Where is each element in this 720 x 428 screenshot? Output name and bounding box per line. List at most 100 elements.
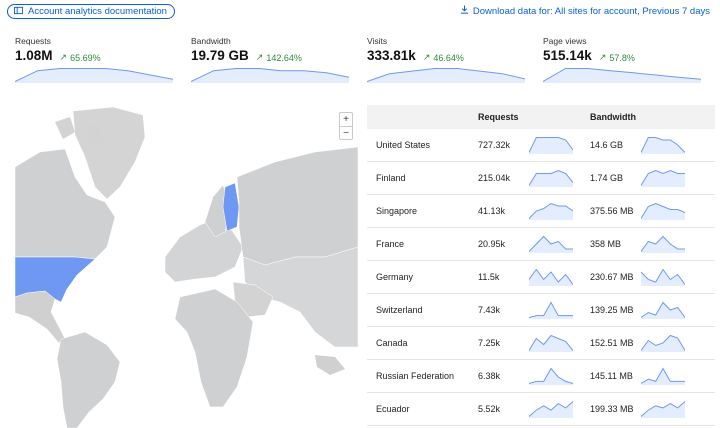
sparkline-area xyxy=(641,269,685,286)
zoom-out-button[interactable]: − xyxy=(340,126,352,139)
country-name: United States xyxy=(376,140,431,150)
trend-up-icon: ↗ xyxy=(598,52,607,62)
world-map[interactable]: + − xyxy=(15,107,358,428)
column-bandwidth-header[interactable]: Bandwidth xyxy=(590,112,636,122)
book-icon xyxy=(14,6,23,18)
bandwidth-sparkline xyxy=(641,136,685,154)
bandwidth-value: 358 MB xyxy=(590,239,622,249)
zoom-in-button[interactable]: + xyxy=(340,113,352,126)
zoom-controls: + − xyxy=(339,112,353,140)
table-row[interactable]: Singapore 41.13k 375.56 MB xyxy=(367,195,715,228)
bandwidth-sparkline xyxy=(641,367,685,385)
metric-sparkline xyxy=(15,67,173,83)
documentation-label: Account analytics documentation xyxy=(28,6,167,17)
metric-delta: ↗ 142.64% xyxy=(256,52,302,63)
country-name: Singapore xyxy=(376,206,418,216)
sparkline-area xyxy=(529,335,573,352)
metric-requests: Requests 1.08M ↗ 65.69% xyxy=(15,36,173,83)
country-name: France xyxy=(376,239,405,249)
download-icon xyxy=(460,5,469,17)
requests-sparkline xyxy=(529,169,573,187)
bandwidth-sparkline xyxy=(641,235,685,253)
metric-delta-text: 46.64% xyxy=(433,52,464,63)
bandwidth-sparkline xyxy=(641,202,685,220)
bandwidth-sparkline xyxy=(641,334,685,352)
table-row[interactable]: Canada 7.25k 152.51 MB xyxy=(367,327,715,360)
sparkline-area xyxy=(641,236,685,253)
table-row[interactable]: Switzerland 7.43k 139.25 MB xyxy=(367,294,715,327)
metric-value: 1.08M xyxy=(15,48,53,63)
metric-label: Bandwidth xyxy=(191,36,231,46)
sparkline-area xyxy=(641,368,685,385)
requests-value: 7.25k xyxy=(478,338,501,348)
sparkline-area xyxy=(543,68,701,83)
metric-label: Visits xyxy=(367,36,388,46)
download-label: Download data for: All sites for account… xyxy=(472,5,710,17)
table-row[interactable]: Germany 11.5k 230.67 MB xyxy=(367,261,715,294)
table-row[interactable]: Ecuador 5.52k 199.33 MB xyxy=(367,393,715,426)
bandwidth-value: 199.33 MB xyxy=(590,404,634,414)
sparkline-area xyxy=(641,335,685,352)
table-row[interactable]: Finland 215.04k 1.74 GB xyxy=(367,162,715,195)
requests-sparkline xyxy=(529,367,573,385)
requests-value: 215.04k xyxy=(478,173,511,183)
requests-value: 6.38k xyxy=(478,371,501,381)
region-russia xyxy=(236,146,358,266)
metric-delta: ↗ 65.69% xyxy=(60,52,101,63)
account-analytics-documentation-button[interactable]: Account analytics documentation xyxy=(7,4,175,19)
trend-up-icon: ↗ xyxy=(59,52,68,62)
table-row[interactable]: France 20.95k 358 MB xyxy=(367,228,715,261)
world-map-canvas[interactable] xyxy=(15,107,358,428)
region-greenland xyxy=(72,107,146,200)
metric-bandwidth: Bandwidth 19.79 GB ↗ 142.64% xyxy=(191,36,349,83)
bandwidth-value: 375.56 MB xyxy=(590,206,634,216)
requests-value: 11.5k xyxy=(478,272,500,282)
requests-value: 20.95k xyxy=(478,239,506,249)
metric-value: 19.79 GB xyxy=(191,48,249,63)
metric-delta-text: 57.8% xyxy=(609,52,635,63)
bandwidth-sparkline xyxy=(641,301,685,319)
country-table: Requests Bandwidth United States 727.32k 1… xyxy=(367,105,715,426)
metric-delta: ↗ 57.8% xyxy=(599,52,635,63)
bandwidth-value: 14.6 GB xyxy=(590,140,624,150)
bandwidth-value: 1.74 GB xyxy=(590,173,624,183)
metric-page-views: Page views 515.14k ↗ 57.8% xyxy=(543,36,701,83)
sparkline-area xyxy=(529,302,573,319)
requests-value: 7.43k xyxy=(478,305,501,315)
requests-value: 727.32k xyxy=(478,140,511,150)
sparkline-area xyxy=(641,302,685,319)
country-name: Canada xyxy=(376,338,408,348)
requests-value: 41.13k xyxy=(478,206,506,216)
metric-label: Requests xyxy=(15,36,51,46)
requests-sparkline xyxy=(529,136,573,154)
country-name: Germany xyxy=(376,272,414,282)
download-data-link[interactable]: Download data for: All sites for account… xyxy=(460,5,710,17)
metric-label: Page views xyxy=(543,36,587,46)
metric-delta: ↗ 46.64% xyxy=(423,52,464,63)
metric-value: 515.14k xyxy=(543,48,592,63)
bandwidth-sparkline xyxy=(641,268,685,286)
metric-sparkline xyxy=(543,67,701,83)
sparkline-area xyxy=(641,401,685,418)
metric-sparkline xyxy=(367,67,525,83)
requests-sparkline xyxy=(529,400,573,418)
sparkline-area xyxy=(367,68,525,83)
trend-up-icon: ↗ xyxy=(422,52,431,62)
column-requests-header[interactable]: Requests xyxy=(478,112,590,122)
country-name: Ecuador xyxy=(376,404,410,414)
trend-up-icon: ↗ xyxy=(255,52,264,62)
requests-sparkline xyxy=(529,268,573,286)
bandwidth-value: 152.51 MB xyxy=(590,338,634,348)
metric-sparkline xyxy=(191,67,349,83)
region-south-america xyxy=(56,331,121,428)
metric-delta-text: 65.69% xyxy=(70,52,101,63)
bandwidth-value: 145.11 MB xyxy=(590,371,633,381)
requests-sparkline xyxy=(529,235,573,253)
country-name: Finland xyxy=(376,173,406,183)
table-row[interactable]: Russian Federation 6.38k 145.11 MB xyxy=(367,360,715,393)
bandwidth-sparkline xyxy=(641,169,685,187)
bandwidth-value: 230.67 MB xyxy=(590,272,634,282)
sparkline-area xyxy=(529,368,573,385)
metric-value: 333.81k xyxy=(367,48,416,63)
table-row[interactable]: United States 727.32k 14.6 GB xyxy=(367,129,715,162)
